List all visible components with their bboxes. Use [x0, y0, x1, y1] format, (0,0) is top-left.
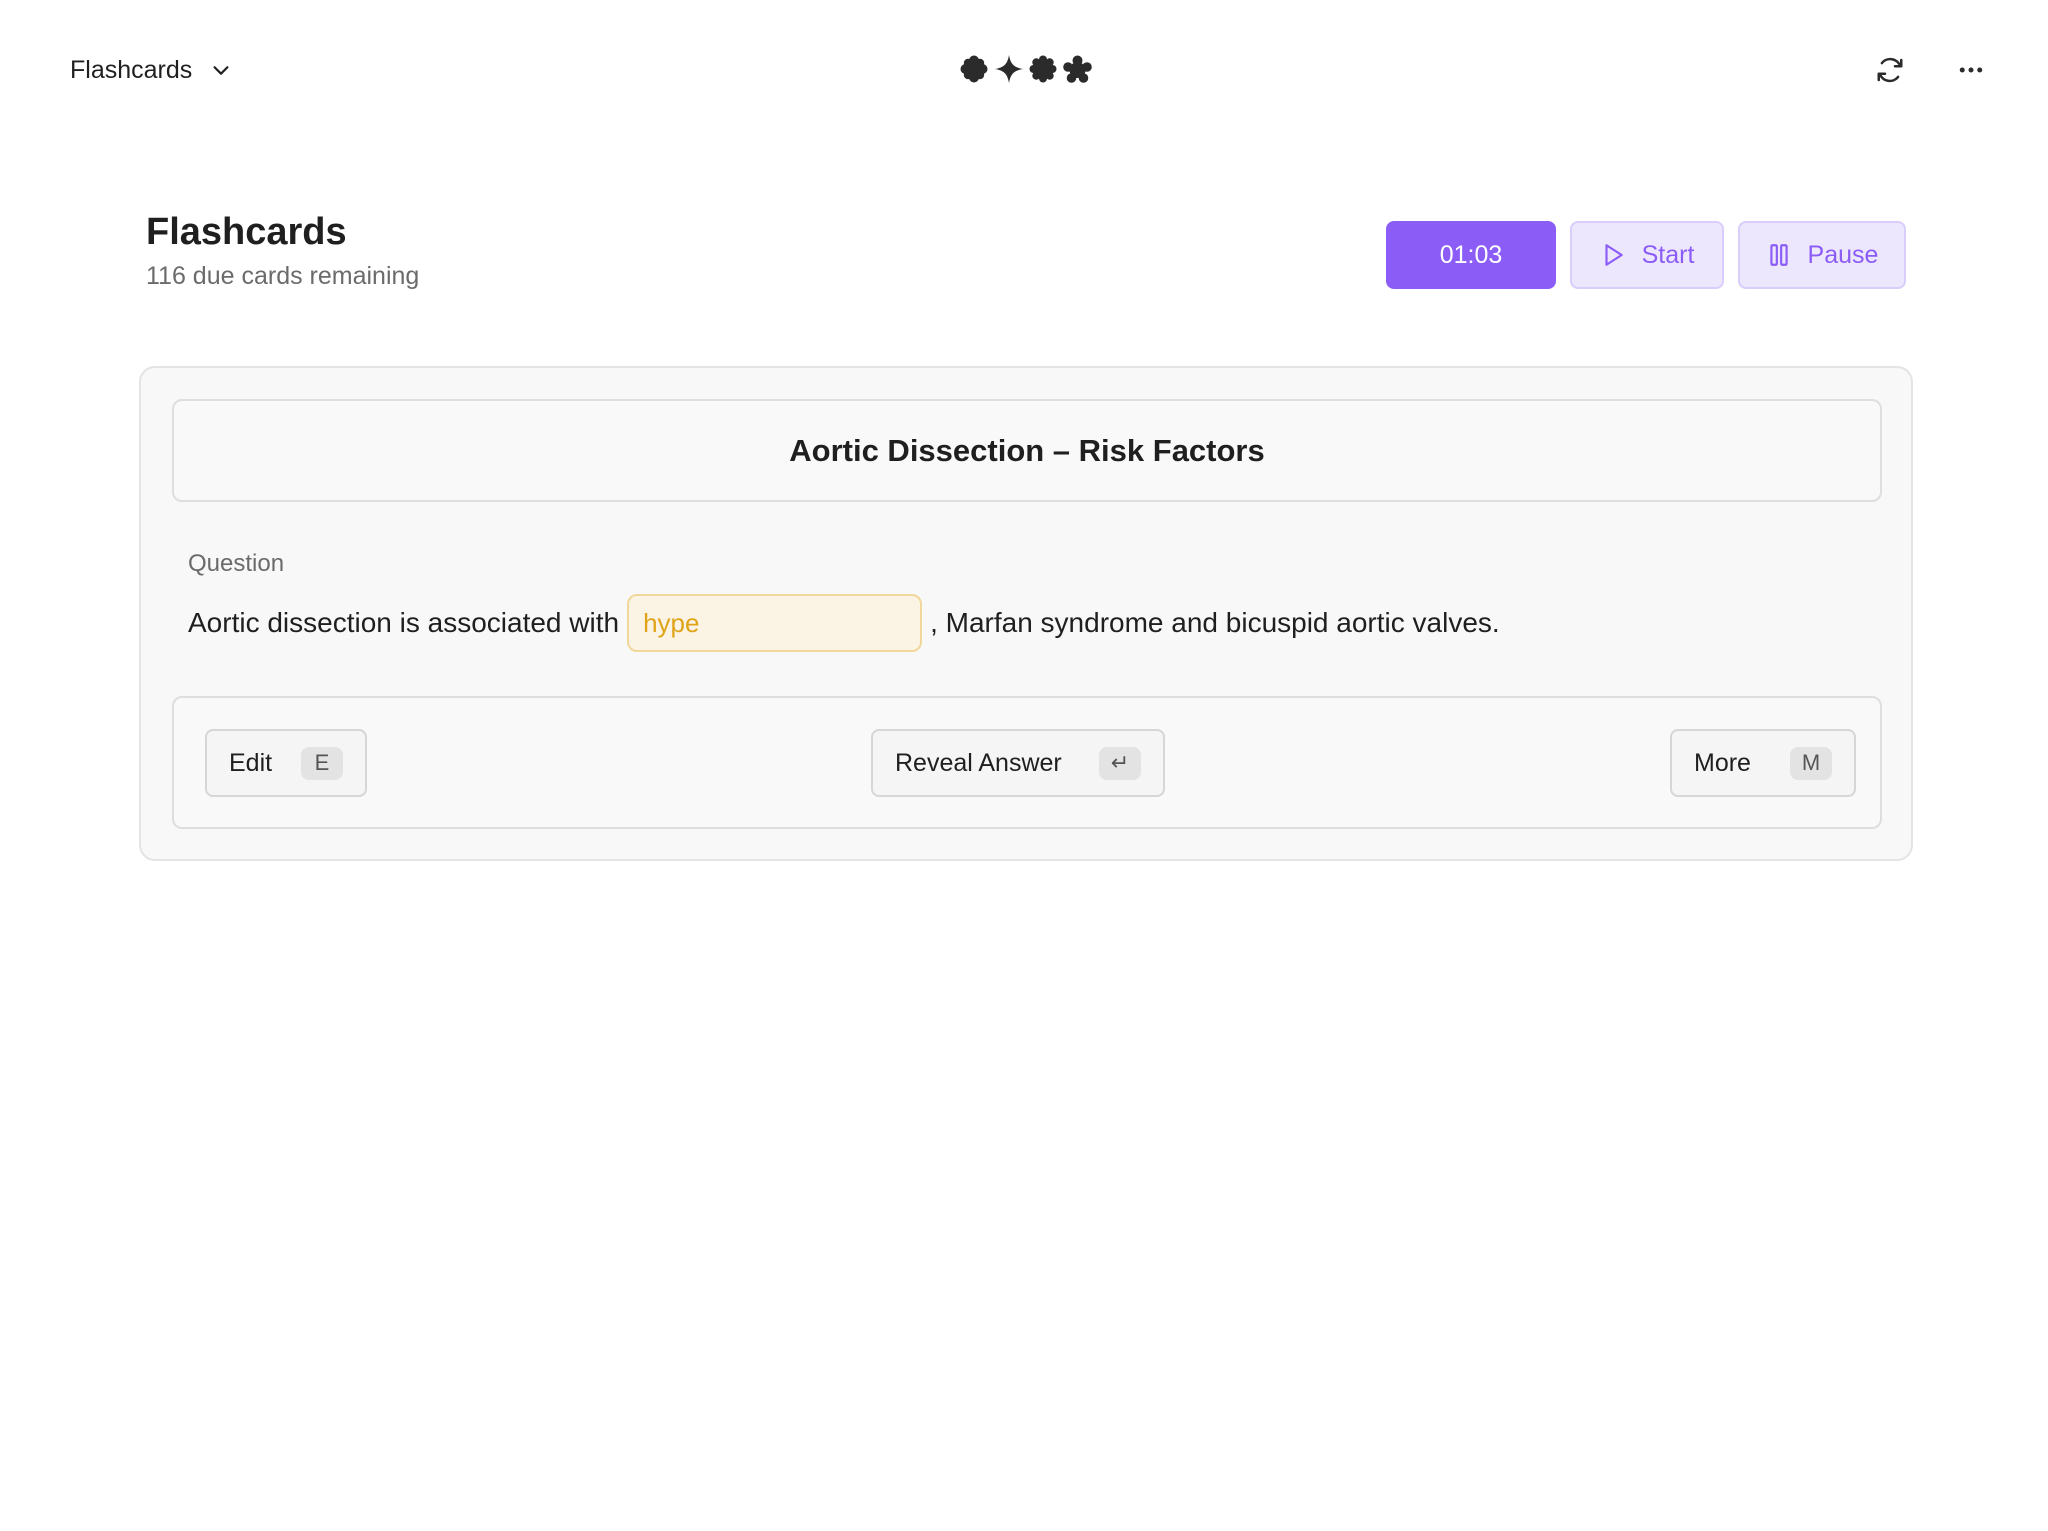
session-timer: 01:03 — [1386, 221, 1556, 289]
question-text-after: , Marfan syndrome and bicuspid aortic va… — [930, 607, 1500, 638]
sync-button[interactable] — [1866, 46, 1914, 94]
more-label: More — [1694, 748, 1751, 777]
card-title-box: Aortic Dissection – Risk Factors — [172, 399, 1882, 502]
more-shortcut-key: M — [1790, 746, 1832, 780]
octagon-blob-icon — [1029, 55, 1057, 83]
question-text: Aortic dissection is associated with , M… — [188, 594, 1500, 652]
asterisk-blob-icon — [960, 55, 988, 83]
start-button[interactable]: Start — [1570, 221, 1724, 289]
due-count: 116 due cards remaining — [146, 261, 420, 290]
question-label: Question — [188, 550, 285, 577]
reveal-answer-label: Reveal Answer — [895, 748, 1062, 777]
card-action-bar: Edit E Reveal Answer ↵ More M — [172, 696, 1882, 829]
pause-icon — [1769, 244, 1788, 266]
reveal-answer-button[interactable]: Reveal Answer ↵ — [871, 729, 1165, 797]
sparkle-icon — [994, 55, 1023, 83]
cloze-answer-input[interactable] — [627, 594, 923, 652]
refresh-icon — [1877, 57, 1903, 83]
edit-shortcut-key: E — [301, 746, 343, 780]
question-text-before: Aortic dissection is associated with — [188, 607, 620, 638]
card-title: Aortic Dissection – Risk Factors — [789, 432, 1265, 468]
edit-button[interactable]: Edit E — [205, 729, 367, 797]
deck-switcher[interactable]: Flashcards — [60, 46, 242, 94]
page-header: Flashcards 116 due cards remaining — [146, 210, 419, 291]
start-label: Start — [1641, 240, 1695, 269]
app-logo — [960, 52, 1092, 86]
flashcard: Aortic Dissection – Risk Factors Questio… — [139, 366, 1913, 861]
chevron-down-icon — [213, 66, 229, 75]
top-bar: Flashcards — [0, 0, 2048, 140]
more-horizontal-icon — [1959, 67, 1983, 73]
star-blob-icon — [1063, 55, 1092, 83]
edit-label: Edit — [229, 748, 273, 777]
play-icon — [1605, 244, 1623, 266]
page-title: Flashcards — [146, 211, 347, 253]
more-menu-button[interactable] — [1947, 46, 1995, 94]
pause-label: Pause — [1807, 240, 1879, 269]
enter-key-icon: ↵ — [1099, 746, 1141, 780]
pause-button[interactable]: Pause — [1738, 221, 1906, 289]
deck-switcher-label: Flashcards — [70, 55, 193, 84]
more-button[interactable]: More M — [1670, 729, 1856, 797]
session-controls: 01:03 Start Pause — [1386, 221, 1906, 289]
